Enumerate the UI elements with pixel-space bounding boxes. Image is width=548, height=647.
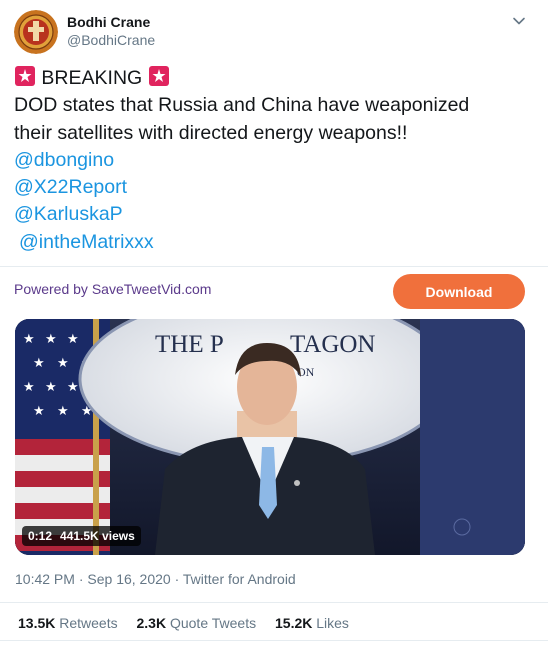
svg-text:★: ★: [45, 380, 57, 395]
svg-text:★: ★: [57, 356, 69, 371]
powered-by-text[interactable]: Powered by SaveTweetVid.com: [14, 281, 211, 297]
likes-count: 15.2K: [275, 615, 313, 631]
tweet-header: Bodhi Crane @BodhiCrane: [14, 10, 534, 56]
meta-separator: ·: [174, 571, 180, 587]
svg-text:★: ★: [67, 332, 79, 347]
chevron-down-icon[interactable]: [512, 14, 526, 28]
retweets-label: Retweets: [59, 615, 118, 631]
podium-text-left: THE P: [155, 331, 224, 358]
video-thumbnail: ★★★ ★★★ ★★★ ★★★ THE P TAGON ON: [15, 319, 525, 555]
police-car-light-icon: [15, 66, 35, 86]
divider: [0, 602, 548, 603]
tweet-stats: 13.5K Retweets 2.3K Quote Tweets 15.2K L…: [18, 615, 364, 631]
svg-text:★: ★: [23, 380, 35, 395]
police-car-light-icon: [148, 66, 169, 86]
avatar[interactable]: [14, 10, 58, 54]
tweet-date[interactable]: Sep 16, 2020: [87, 571, 170, 587]
likes-stat[interactable]: 15.2K Likes: [275, 615, 349, 631]
tweet-meta: 10:42 PM · Sep 16, 2020 · Twitter for An…: [15, 571, 296, 587]
headline-line: BREAKING: [14, 65, 534, 92]
mention-link[interactable]: @dbongino: [14, 147, 534, 174]
svg-text:★: ★: [45, 332, 57, 347]
quotes-label: Quote Tweets: [169, 615, 257, 631]
tweet-line-1: DOD states that Russia and China have we…: [14, 94, 470, 117]
mention-link[interactable]: @X22Report: [14, 174, 534, 201]
tweet-line-2: their satellites with directed energy we…: [14, 121, 408, 144]
tweet-time[interactable]: 10:42 PM: [15, 571, 75, 587]
svg-text:★: ★: [33, 356, 45, 371]
quotes-count: 2.3K: [136, 615, 167, 631]
svg-text:★: ★: [23, 332, 35, 347]
video-views: 441.5K views: [60, 529, 135, 543]
svg-text:★: ★: [33, 404, 45, 419]
svg-text:★: ★: [67, 380, 79, 395]
podium-text-right: TAGON: [290, 331, 376, 358]
mention-link[interactable]: @intheMatrixxx: [14, 229, 534, 256]
video-player[interactable]: ★★★ ★★★ ★★★ ★★★ THE P TAGON ON 0:12 441.…: [15, 319, 525, 555]
headline-text: BREAKING: [41, 67, 143, 89]
mention-link[interactable]: @KarluskaP: [14, 201, 534, 228]
likes-label: Likes: [316, 615, 349, 631]
video-duration: 0:12: [28, 529, 53, 543]
quote-tweets-stat[interactable]: 2.3K Quote Tweets: [137, 615, 257, 631]
tweet-client[interactable]: Twitter for Android: [183, 571, 296, 587]
download-button[interactable]: Download: [393, 274, 525, 309]
divider: [0, 266, 548, 267]
retweets-count: 13.5K: [18, 615, 56, 631]
tweet-text: BREAKING DOD states that Russia and Chin…: [14, 65, 534, 256]
author-handle[interactable]: @BodhiCrane: [67, 32, 155, 48]
meta-separator: ·: [78, 571, 84, 587]
svg-text:★: ★: [57, 404, 69, 419]
author-name[interactable]: Bodhi Crane: [67, 14, 150, 30]
video-stats-badge: 0:12 441.5K views: [22, 526, 141, 546]
retweets-stat[interactable]: 13.5K Retweets: [18, 615, 118, 631]
divider: [0, 640, 548, 641]
